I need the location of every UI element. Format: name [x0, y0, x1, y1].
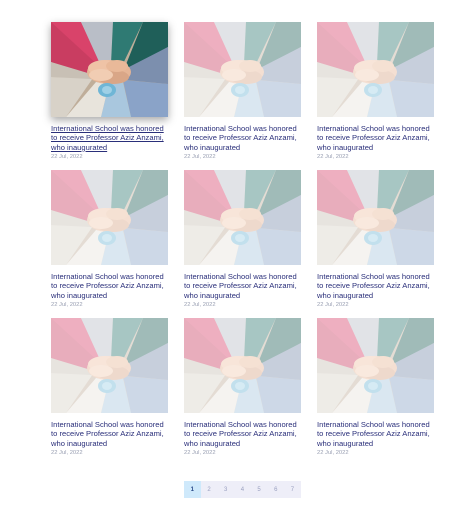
article-title[interactable]: International School was honored to rece… [184, 124, 301, 152]
article-image[interactable] [184, 170, 301, 265]
article-title[interactable]: International School was honored to rece… [184, 272, 301, 300]
article-title[interactable]: International School was honored to rece… [184, 420, 301, 448]
article-date: 22 Jul, 2022 [184, 450, 216, 457]
article-grid: International School was honored to rece… [51, 22, 434, 466]
article-card[interactable]: International School was honored to rece… [317, 22, 434, 170]
pagination: 1 2 3 4 5 6 7 [184, 481, 301, 498]
article-card[interactable]: International School was honored to rece… [51, 22, 168, 170]
article-image[interactable] [317, 170, 434, 265]
article-card[interactable]: International School was honored to rece… [184, 22, 301, 170]
article-image[interactable] [184, 22, 301, 117]
article-image[interactable] [51, 318, 168, 413]
article-title[interactable]: International School was honored to rece… [317, 272, 434, 300]
article-date: 22 Jul, 2022 [317, 154, 349, 161]
article-card[interactable]: International School was honored to rece… [184, 170, 301, 318]
article-card[interactable]: International School was honored to rece… [317, 318, 434, 466]
article-card[interactable]: International School was honored to rece… [317, 170, 434, 318]
article-title[interactable]: International School was honored to rece… [51, 420, 168, 448]
page-button-5[interactable]: 5 [251, 481, 268, 498]
article-date: 22 Jul, 2022 [184, 154, 216, 161]
article-image[interactable] [51, 22, 168, 117]
article-title[interactable]: International School was honored to rece… [317, 124, 434, 152]
article-date: 22 Jul, 2022 [51, 302, 83, 309]
article-card[interactable]: International School was honored to rece… [51, 170, 168, 318]
article-title[interactable]: International School was honored to rece… [51, 124, 168, 152]
page-button-6[interactable]: 6 [267, 481, 284, 498]
article-image[interactable] [317, 22, 434, 117]
article-date: 22 Jul, 2022 [51, 450, 83, 457]
article-title[interactable]: International School was honored to rece… [317, 420, 434, 448]
page-button-4[interactable]: 4 [234, 481, 251, 498]
article-title-text[interactable]: International School was honored to rece… [51, 124, 164, 152]
article-image[interactable] [317, 318, 434, 413]
article-date: 22 Jul, 2022 [317, 450, 349, 457]
page-button-1[interactable]: 1 [184, 481, 201, 498]
article-date: 22 Jul, 2022 [317, 302, 349, 309]
article-title[interactable]: International School was honored to rece… [51, 272, 168, 300]
article-date: 22 Jul, 2022 [184, 302, 216, 309]
article-image[interactable] [184, 318, 301, 413]
article-card[interactable]: International School was honored to rece… [184, 318, 301, 466]
article-date: 22 Jul, 2022 [51, 154, 83, 161]
page-button-3[interactable]: 3 [217, 481, 234, 498]
page-button-7[interactable]: 7 [284, 481, 301, 498]
page-button-2[interactable]: 2 [201, 481, 218, 498]
article-card[interactable]: International School was honored to rece… [51, 318, 168, 466]
article-image[interactable] [51, 170, 168, 265]
